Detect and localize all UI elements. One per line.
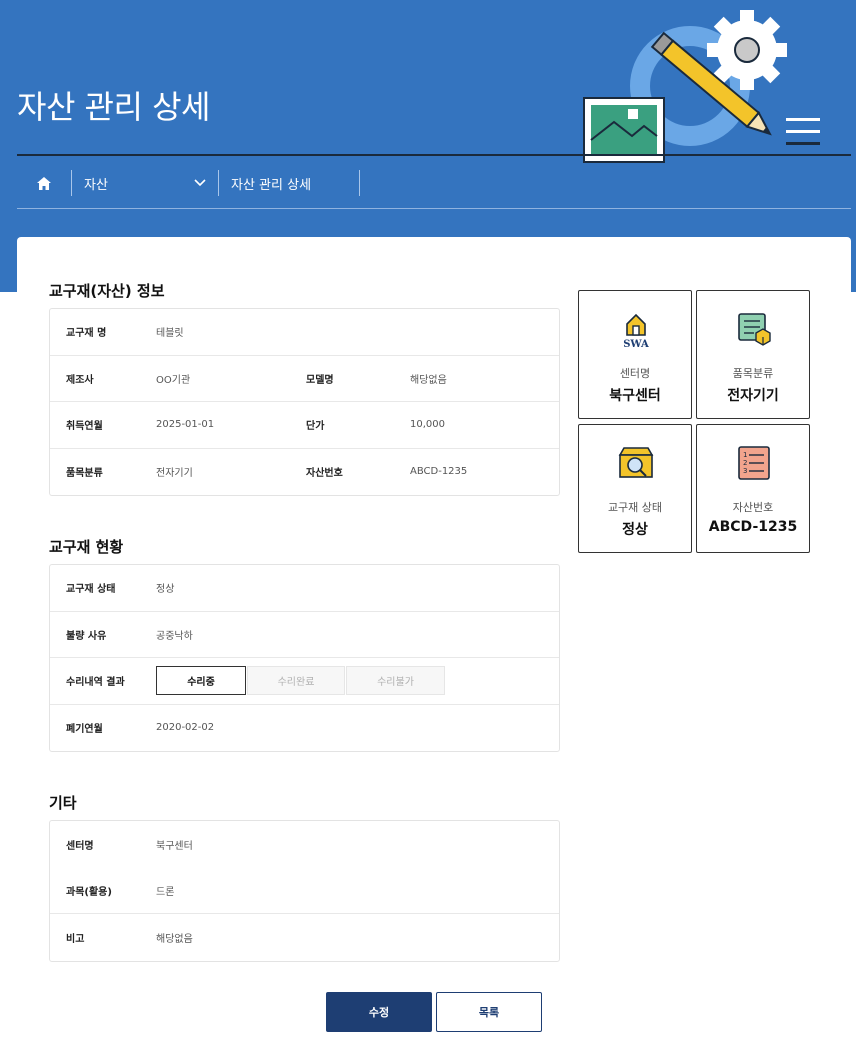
table-row: 품목분류 전자기기 자산번호 ABCD-1235 [50,449,559,496]
field-label: 자산번호 [306,468,343,480]
table-row: 교구재 상태 정상 [50,565,559,612]
field-value: 공중낙하 [156,630,193,642]
numbered-list-icon: 1 2 3 [738,446,770,480]
field-label: 과목(활용) [66,886,112,898]
field-label: 센터명 [66,840,94,852]
breadcrumb-item-current[interactable]: 자산 관리 상세 [219,168,359,198]
summary-card-category: 품목분류 전자기기 [696,290,810,419]
edit-button[interactable]: 수정 [326,992,432,1032]
swa-house-icon: SWA [623,313,649,349]
etc-title: 기타 [49,794,77,812]
svg-text:1: 1 [743,451,747,459]
summary-label: 품목분류 [732,367,774,380]
repair-option-in-progress[interactable]: 수리중 [156,666,246,695]
field-label: 취득연월 [66,421,103,433]
table-row: 교구재 명 테블릿 [50,309,559,356]
field-value: 2025-01-01 [156,419,215,431]
summary-card-asset-number: 1 2 3 자산번호 ABCD-1235 [696,424,810,553]
table-row: 비고 해당없음 [50,914,559,961]
home-icon [37,176,51,190]
breadcrumb-separator [359,170,360,196]
table-row: 센터명 북구센터 [50,821,559,868]
field-label: 교구재 상태 [66,584,116,596]
field-value: OO기관 [156,374,191,386]
summary-card-status: 교구재 상태 정상 [578,424,692,553]
breadcrumb: 자산 자산 관리 상세 [17,168,360,198]
field-value: 테블릿 [156,328,184,340]
table-row: 과목(활용) 드론 [50,868,559,914]
field-value: 정상 [156,584,175,596]
field-value: ABCD-1235 [410,466,468,478]
field-value: 북구센터 [156,840,193,852]
table-row: 폐기연월 2020-02-02 [50,705,559,752]
field-value: 해당없음 [410,374,447,386]
summary-value: 정상 [622,522,648,538]
svg-text:2: 2 [743,459,747,467]
field-value: 전자기기 [156,468,193,480]
breadcrumb-item-asset[interactable]: 자산 [72,168,218,198]
list-button[interactable]: 목록 [436,992,542,1032]
field-value: 2020-02-02 [156,722,215,734]
breadcrumb-label: 자산 관리 상세 [231,177,312,193]
svg-text:3: 3 [743,467,747,475]
summary-label: 센터명 [619,367,651,380]
header-illustration [583,10,820,163]
field-label: 불량 사유 [66,630,107,642]
box-settings-icon [738,313,771,346]
table-row: 제조사 OO기관 모델명 해당없음 [50,356,559,402]
field-label: 비고 [66,933,85,945]
status-table: 교구재 상태 정상 불량 사유 공중낙하 수리내역 결과 수리중 수리완료 수리… [49,564,560,752]
summary-label: 교구재 상태 [607,501,663,514]
repair-result-toggle: 수리중 수리완료 수리불가 [156,666,445,695]
field-value: 10,000 [410,419,445,431]
field-value: 해당없음 [156,933,193,945]
asset-info-table: 교구재 명 테블릿 제조사 OO기관 모델명 해당없음 취득연월 2025-01… [49,308,560,496]
summary-value: ABCD-1235 [708,519,798,535]
field-label: 단가 [306,421,325,433]
table-row: 취득연월 2025-01-01 단가 10,000 [50,402,559,449]
box-search-icon [618,447,654,478]
table-row: 수리내역 결과 수리중 수리완료 수리불가 [50,658,559,705]
breadcrumb-divider [17,208,851,209]
breadcrumb-label: 자산 [84,177,108,193]
header-divider [17,154,851,156]
field-label: 모델명 [306,374,334,386]
summary-card-center: SWA 센터명 북구센터 [578,290,692,419]
status-title: 교구재 현황 [49,538,124,556]
repair-option-done[interactable]: 수리완료 [247,666,345,695]
asset-info-title: 교구재(자산) 정보 [49,282,165,300]
etc-table: 센터명 북구센터 과목(활용) 드론 비고 해당없음 [49,820,560,962]
chevron-down-icon [194,179,206,187]
field-label: 수리내역 결과 [66,677,125,689]
summary-label: 자산번호 [732,501,774,514]
field-label: 제조사 [66,374,94,386]
summary-value: 북구센터 [609,388,661,404]
page-title: 자산 관리 상세 [17,88,210,126]
field-label: 품목분류 [66,468,103,480]
summary-value: 전자기기 [727,388,779,404]
table-row: 불량 사유 공중낙하 [50,612,559,658]
logo-text: SWA [623,339,649,349]
breadcrumb-home[interactable] [17,168,71,198]
field-label: 폐기연월 [66,724,103,736]
repair-option-impossible[interactable]: 수리불가 [346,666,445,695]
field-value: 드론 [156,886,175,898]
field-label: 교구재 명 [66,328,107,340]
